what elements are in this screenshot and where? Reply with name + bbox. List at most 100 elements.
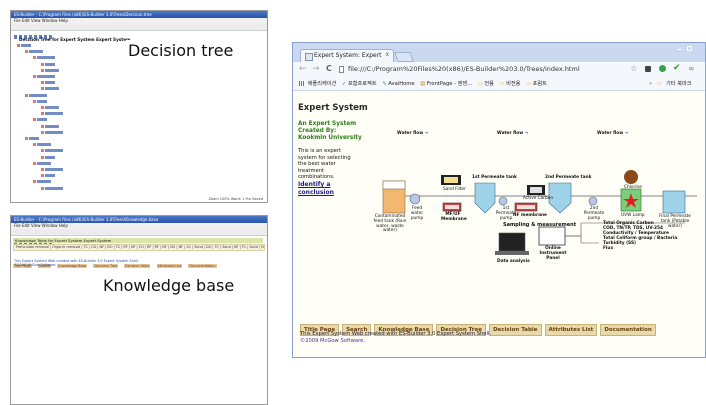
page-footer-line-1: This Expert System Web created with ES-B…	[300, 331, 492, 337]
tree-node[interactable]	[33, 118, 47, 122]
tree-node[interactable]	[25, 137, 39, 140]
tree-node[interactable]	[33, 56, 55, 60]
link-icon[interactable]: ∞	[688, 64, 695, 73]
bookmark-2[interactable]: AvaiHome	[388, 81, 414, 87]
contaminated-label: Contaminated feed tank (Rain water, wast…	[373, 214, 407, 234]
bookmark-1[interactable]: 포함프로젝트	[348, 81, 377, 87]
chlorine-label: Chlorine	[624, 185, 642, 190]
browser-window: Expert System: Expert x ← → C file:///C:…	[292, 42, 706, 358]
tree-node[interactable]	[41, 124, 59, 128]
bookmark-3-icon: ▤	[420, 81, 426, 87]
bookmark-star-icon[interactable]: ☆	[630, 64, 637, 73]
chlorine-tank-shape	[624, 170, 638, 184]
bookmarks-bar: 애플리케이션 ✓ 포함프로젝트 ✎ AvaiHome ▤ FrontPage -…	[293, 78, 705, 91]
tree-node[interactable]	[25, 93, 47, 97]
bookmark-5[interactable]: 비전용	[506, 81, 520, 87]
sidebar-subtitle-1: An Expert System	[298, 121, 357, 127]
tree-node[interactable]	[41, 174, 55, 178]
dt-toolbar	[11, 24, 267, 39]
tree-node[interactable]	[33, 99, 47, 103]
water-flow-text-2: Water flow	[497, 131, 524, 136]
bookmark-2-icon: ✎	[382, 81, 387, 87]
kb-nav-tabs: Title Page Search Knowledge Base Decisio…	[13, 252, 217, 268]
water-flow-text-1: Water flow	[397, 131, 424, 136]
tree-node[interactable]	[41, 149, 63, 153]
tree-node[interactable]	[17, 44, 31, 47]
kb-toolbar	[11, 229, 267, 244]
bookmark-3[interactable]: FrontPage - 엔젠...	[427, 81, 472, 87]
minimize-icon[interactable]	[677, 49, 682, 50]
nav-decision-table[interactable]: Decision Table	[488, 324, 542, 336]
tree-node[interactable]	[33, 75, 55, 78]
tree-node[interactable]	[41, 68, 59, 72]
new-tab-button[interactable]	[394, 52, 414, 62]
tab-close-icon[interactable]: x	[385, 51, 389, 58]
tree-node[interactable]	[41, 62, 55, 66]
sand-filter-label: Sand Filter	[443, 187, 466, 192]
forward-button[interactable]: →	[312, 64, 320, 74]
water-flow-label-2: Water flow ➔	[497, 131, 528, 136]
kb-title-bar: ES-Builder - C:\Program Files (x86)\ES-B…	[11, 216, 267, 223]
feed-pump-shape	[409, 193, 421, 205]
sidebar-subtitle-3: Kookmin University	[298, 135, 362, 141]
online-panel-label: Online Instrument Panel	[539, 246, 567, 261]
arrow-right-icon: ➔	[424, 131, 429, 136]
identify-conclusion-link[interactable]: Identify a conclusion	[298, 181, 348, 196]
laptop-shape	[498, 232, 526, 252]
other-bookmarks[interactable]: 기타 북마크	[666, 78, 692, 90]
browser-tab[interactable]: Expert System: Expert x	[300, 49, 394, 63]
decision-tree-window: ES-Builder - C:\Program Files (x86)\ES-B…	[10, 10, 268, 203]
address-bar[interactable]: file:///C:/Program%20Files%20(x86)/ES-Bu…	[348, 65, 580, 73]
kb-tab-documentation[interactable]: Documentation	[188, 264, 217, 268]
tree-node[interactable]	[41, 112, 63, 116]
nav-attributes-list[interactable]: Attributes List	[544, 324, 598, 336]
page-icon	[339, 66, 344, 73]
browser-toolbar: ← → C file:///C:/Program%20Files%20(x86)…	[293, 62, 705, 78]
back-button[interactable]: ←	[299, 64, 307, 74]
tree-node[interactable]	[41, 130, 63, 134]
kb-heading: Knowledge Table for Expert System Expert…	[13, 238, 263, 243]
knowledge-base-window: ES-Builder - C:\Program Files (x86)\ES-B…	[10, 215, 268, 405]
dt-heading: Decision Tree for Expert System Expert S…	[19, 37, 131, 42]
tree-node[interactable]	[41, 168, 63, 171]
apps-icon[interactable]	[299, 81, 304, 86]
tree-node[interactable]	[33, 143, 51, 147]
active-carbon-label: Active Carbon	[523, 196, 554, 201]
bookmark-4[interactable]: 전용	[484, 81, 494, 87]
bookmark-6[interactable]: 포럼트	[533, 81, 547, 87]
tree-node[interactable]	[41, 87, 59, 91]
kb-tab-attributes-list[interactable]: Attributes List	[156, 264, 183, 268]
browser-tab-strip: Expert System: Expert x	[293, 43, 705, 63]
tree-node[interactable]	[25, 50, 43, 54]
dt-status-bar: Zoom 100% Word: 1 Pro Saved	[208, 197, 263, 201]
check-icon[interactable]: ✔	[673, 63, 681, 73]
sidebar-description: This is an expert system for selecting t…	[298, 148, 351, 180]
tree-node[interactable]	[41, 186, 63, 190]
nav-documentation[interactable]: Documentation	[600, 324, 656, 336]
arrow-right-icon: ➔	[524, 131, 529, 136]
maximize-icon[interactable]	[687, 46, 692, 51]
window-controls[interactable]	[673, 45, 703, 53]
water-flow-text-3: Water flow	[597, 131, 624, 136]
permeate-pump-2-shape	[588, 196, 598, 206]
extension-icon-1[interactable]	[645, 66, 651, 72]
water-flow-label-3: Water flow ➔	[597, 131, 628, 136]
tree-node[interactable]	[41, 106, 59, 109]
tree-node[interactable]	[33, 161, 51, 165]
water-treatment-diagram: Water flow ➔ Water flow ➔ Water flow ➔ 1…	[367, 131, 705, 271]
extension-icon-2[interactable]	[659, 65, 666, 72]
tree-node[interactable]	[41, 155, 55, 159]
more-bookmarks-icon[interactable]: »	[649, 78, 652, 90]
kb-tab-knowledge-base[interactable]: Knowledge Base	[57, 264, 88, 268]
reload-button[interactable]: C	[326, 64, 332, 73]
other-bookmarks-folder-icon: ▭	[657, 81, 662, 87]
tree-node[interactable]	[33, 180, 51, 184]
kb-tab-decision-table[interactable]: Decision Table	[124, 264, 151, 268]
measurement-list: Total Organic Carbon COD, TN/TP, TDS, UV…	[603, 221, 677, 251]
bookmark-0[interactable]: 애플리케이션	[308, 81, 337, 87]
arrow-right-icon: ➔	[624, 131, 629, 136]
tree-node[interactable]	[41, 81, 55, 85]
page-title: Expert System	[298, 103, 368, 113]
kb-tab-decision-tree[interactable]: Decision Tree	[93, 264, 119, 268]
water-flow-label-1: Water flow ➔	[397, 131, 428, 136]
